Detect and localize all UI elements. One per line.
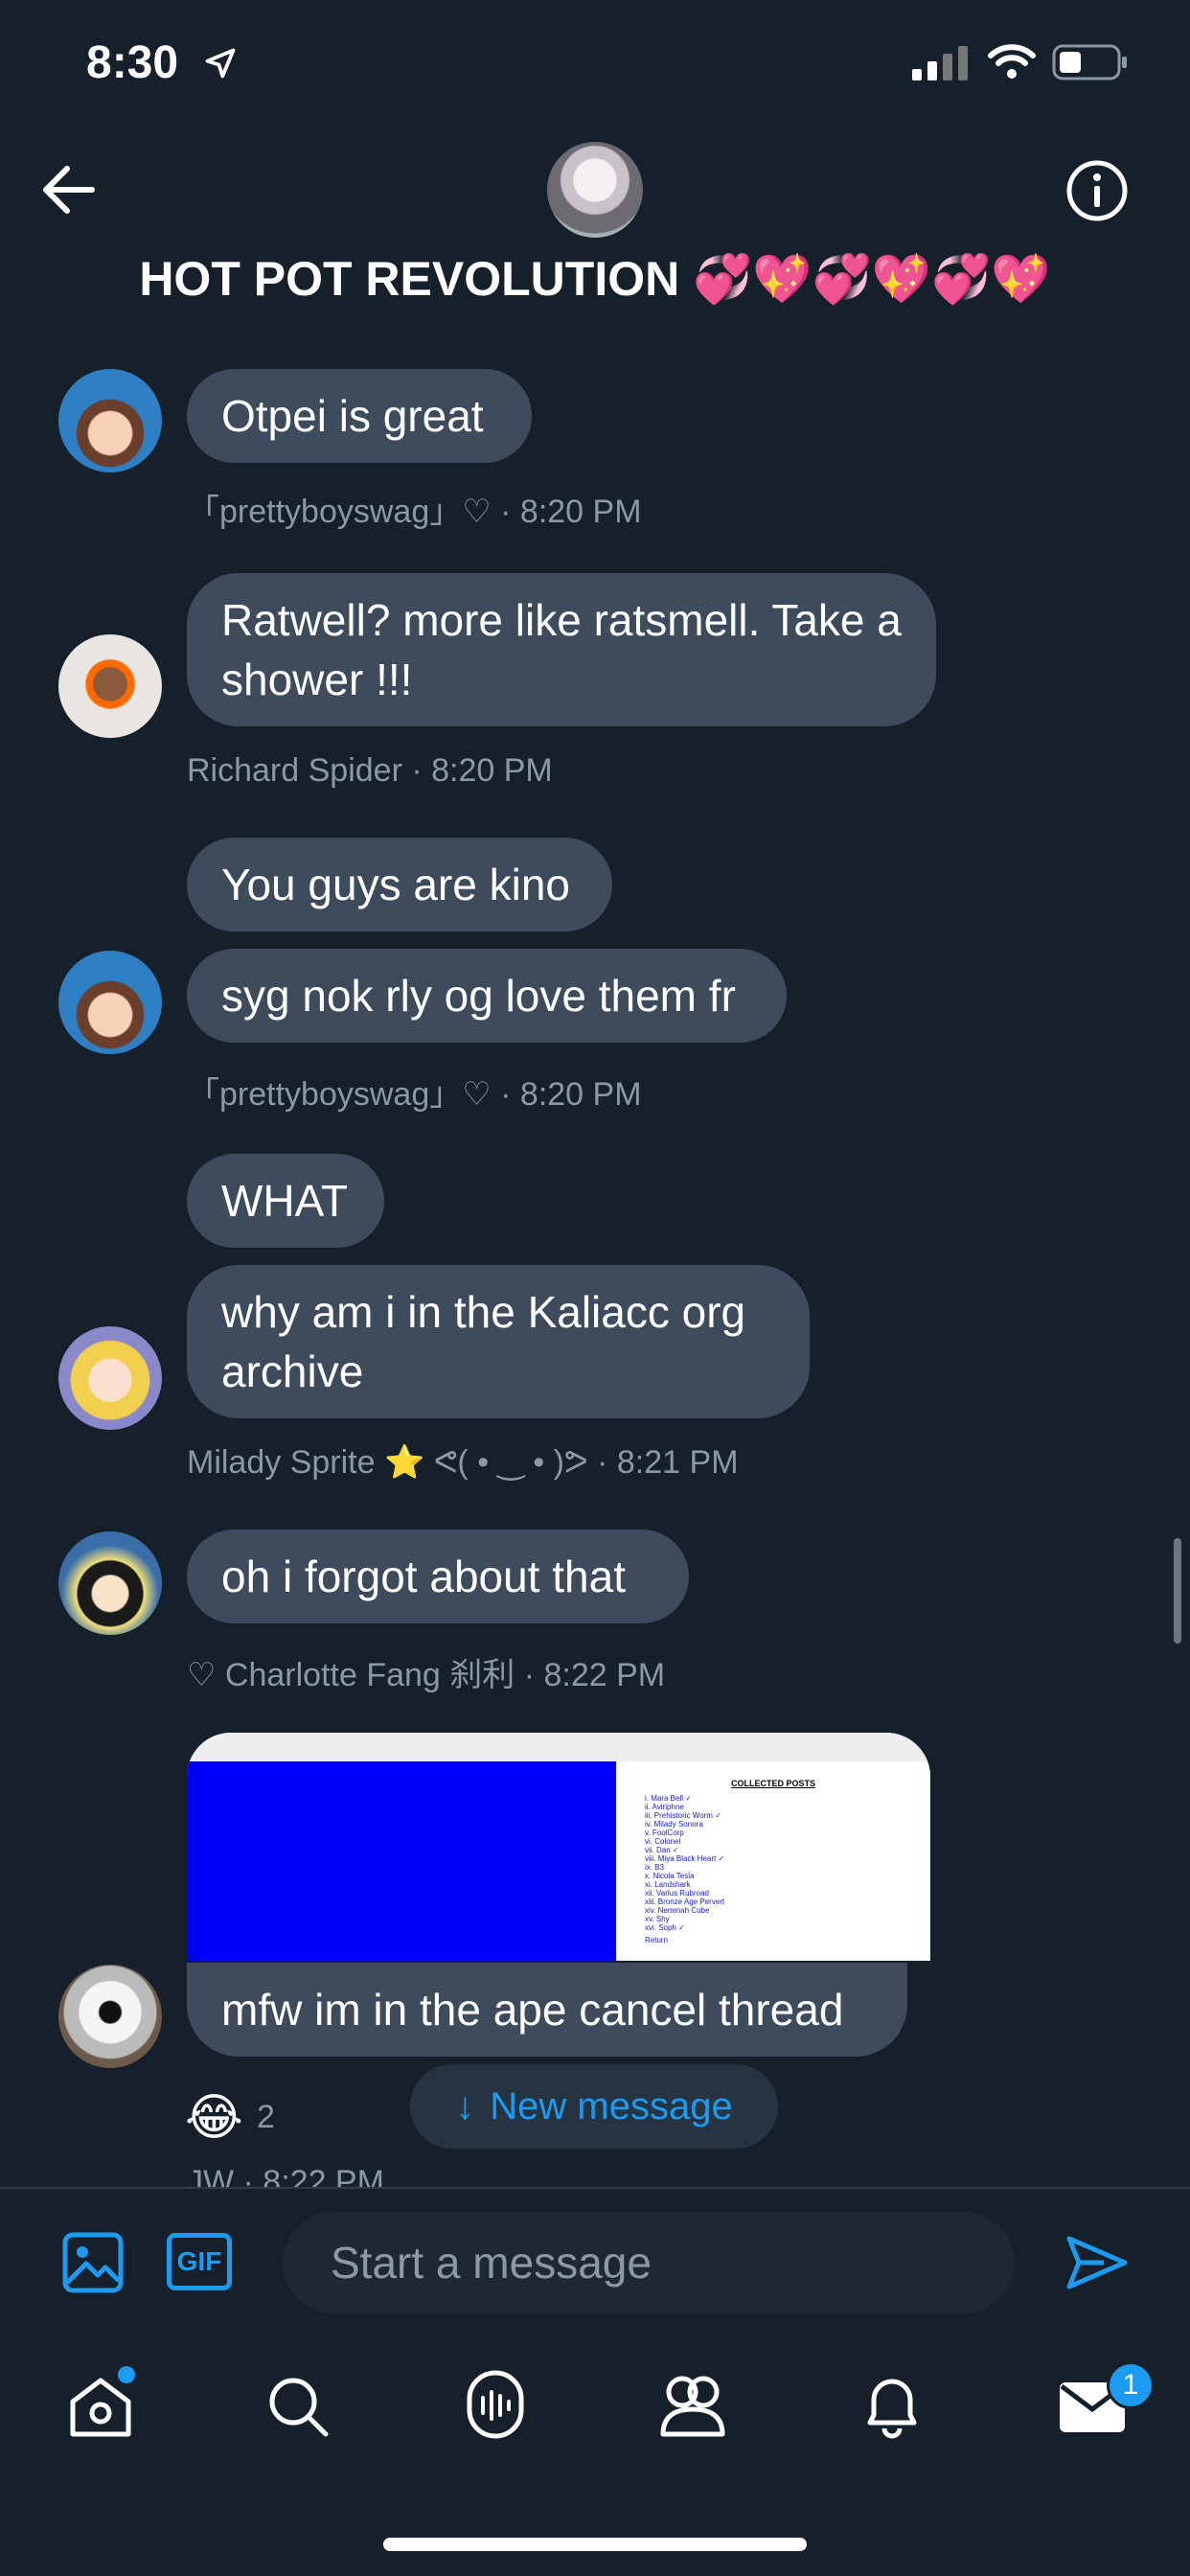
message-composer[interactable]: Start a message	[283, 2212, 1015, 2313]
image-icon[interactable]	[61, 2231, 125, 2294]
message-bubble[interactable]: why am i in the Kaliacc org archive	[187, 1265, 810, 1418]
attachment-item: xi. Landshark	[645, 1880, 691, 1889]
home-indicator	[383, 2538, 807, 2551]
reaction-count: 2	[257, 2099, 275, 2135]
new-message-label: New message	[490, 2084, 733, 2128]
spaces-icon[interactable]	[462, 2369, 529, 2442]
message-bubble[interactable]: Ratwell? more like ratsmell. Take a show…	[187, 573, 936, 726]
battery-icon	[1052, 44, 1127, 80]
search-icon[interactable]	[264, 2373, 332, 2440]
message-meta: Milady Sprite ⭐ ᕙ( • ‿ • )ᕗ · 8:21 PM	[187, 1444, 739, 1481]
avatar-richard-spider[interactable]	[58, 634, 162, 738]
message-bubble[interactable]: WHAT	[187, 1154, 384, 1248]
image-attachment[interactable]: COLLECTED POSTS i. Mara Bell ✓ ii. Aviri…	[187, 1733, 930, 1961]
avatar-jw[interactable]	[58, 1965, 162, 2068]
avatar-charlotte-fang[interactable]	[58, 1531, 162, 1635]
communities-icon[interactable]	[657, 2371, 728, 2440]
attachment-list: i. Mara Bell ✓ ii. Aviriphne iii. Prehis…	[645, 1794, 724, 1944]
reaction-emoji[interactable]: 😂	[185, 2089, 243, 2147]
wifi-icon	[988, 44, 1036, 79]
avatar-prettyboyswag[interactable]	[58, 951, 162, 1054]
attachment-item: xii. Varlus Rubroad	[645, 1889, 709, 1898]
attachment-item: xiv. Nemmah Cube	[645, 1906, 710, 1915]
back-arrow-icon[interactable]	[40, 163, 98, 217]
attachment-item: vii. Dan ✓	[645, 1846, 679, 1854]
attachment-item: ii. Aviriphne	[645, 1803, 684, 1811]
attachment-item: i. Mara Bell ✓	[645, 1794, 692, 1803]
attachment-item: xv. Shy	[645, 1915, 670, 1923]
avatar-prettyboyswag[interactable]	[58, 369, 162, 472]
message-meta: JW · 8:22 PM	[187, 2164, 384, 2187]
location-arrow-icon	[205, 48, 236, 79]
message-bubble[interactable]: Otpei is great	[187, 369, 532, 463]
attachment-item: vi. Colonel	[645, 1837, 681, 1846]
attachment-item: viii. Miya Black Heart ✓	[645, 1854, 725, 1863]
message-meta: Richard Spider · 8:20 PM	[187, 752, 553, 789]
info-icon[interactable]	[1065, 159, 1129, 222]
message-meta: ♡ Charlotte Fang 刹利 · 8:22 PM	[187, 1657, 666, 1693]
home-notification-dot	[115, 2363, 138, 2386]
notifications-bell-icon[interactable]	[858, 2371, 926, 2440]
attachment-item: xvi. Soph ✓	[645, 1923, 685, 1932]
attachment-item: xiii. Bronze Age Pervert	[645, 1898, 725, 1906]
composer-placeholder: Start a message	[331, 2238, 652, 2288]
send-icon[interactable]	[1065, 2233, 1129, 2292]
composer-divider	[0, 2187, 1190, 2189]
attachment-item: iv. Milady Sonora	[645, 1820, 703, 1828]
attachment-item: v. FoolCorp	[645, 1828, 684, 1837]
scrollbar-thumb[interactable]	[1174, 1538, 1181, 1644]
cellular-signal-icon	[912, 46, 968, 80]
attachment-blue-panel	[187, 1761, 616, 1961]
message-bubble[interactable]: oh i forgot about that	[187, 1530, 689, 1623]
group-avatar[interactable]	[547, 142, 643, 238]
attachment-title: COLLECTED POSTS	[730, 1779, 815, 1788]
avatar-milady-sprite[interactable]	[58, 1326, 162, 1430]
new-message-button[interactable]: ↓ New message	[410, 2064, 778, 2149]
attachment-item: iii. Prehistoric Worm ✓	[645, 1811, 721, 1820]
messages-badge: 1	[1107, 2361, 1155, 2409]
message-bubble[interactable]: syg nok rly og love them fr	[187, 949, 787, 1043]
conversation-title: HOT POT REVOLUTION 💞💖💞💖💞💖	[139, 252, 1051, 306]
message-bubble[interactable]: mfw im in the ape cancel thread	[187, 1963, 907, 2057]
message-meta: 「prettyboyswag」♡ · 8:20 PM	[187, 494, 642, 530]
attachment-item: x. Nicola Tesla	[645, 1872, 695, 1880]
attachment-return-link[interactable]: Return	[645, 1936, 724, 1944]
gif-button[interactable]: GIF	[167, 2233, 232, 2290]
attachment-browser-bar	[187, 1733, 930, 1763]
status-time: 8:30	[86, 37, 179, 88]
attachment-post-list: COLLECTED POSTS i. Mara Bell ✓ ii. Aviri…	[616, 1761, 930, 1961]
message-bubble[interactable]: You guys are kino	[187, 838, 612, 932]
attachment-item: ix. B3	[645, 1863, 665, 1872]
down-arrow-icon: ↓	[455, 2084, 475, 2128]
message-meta: 「prettyboyswag」♡ · 8:20 PM	[187, 1076, 642, 1113]
